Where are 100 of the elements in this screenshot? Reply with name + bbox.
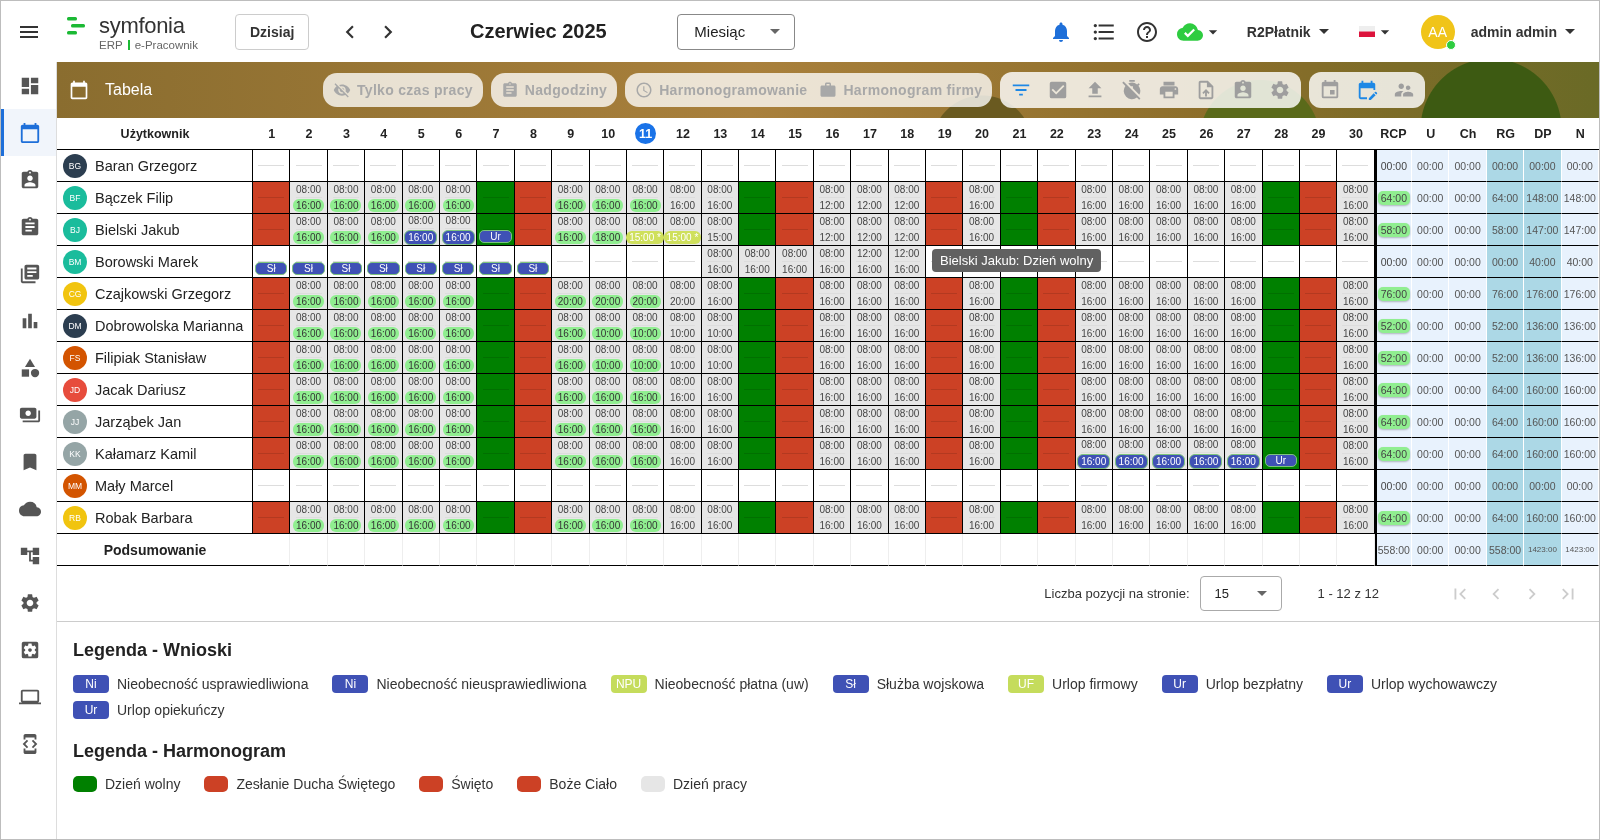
day-cell[interactable] bbox=[253, 310, 291, 342]
help-icon[interactable] bbox=[1134, 19, 1159, 44]
day-cell[interactable] bbox=[514, 406, 553, 438]
day-cell[interactable]: 08:00 12:00 bbox=[851, 182, 889, 214]
day-cell[interactable] bbox=[1299, 278, 1338, 310]
day-cell[interactable]: 08:00 16:00 bbox=[813, 342, 852, 374]
day-cell[interactable]: 08:00 16:00 bbox=[1150, 278, 1188, 310]
day-cell[interactable] bbox=[888, 150, 926, 182]
day-cell[interactable]: 08:00 16:00 bbox=[365, 182, 403, 214]
day-cell[interactable] bbox=[514, 374, 553, 406]
day-cell[interactable]: 08:00 16:00 bbox=[963, 310, 1001, 342]
day-cell[interactable] bbox=[1038, 150, 1076, 182]
day-cell[interactable]: 08:00 16:00 bbox=[1187, 342, 1226, 374]
day-cell[interactable]: 08:00 16:00 bbox=[963, 342, 1001, 374]
page-size-select[interactable]: 15 bbox=[1199, 576, 1282, 611]
day-cell[interactable]: 08:00 16:00 bbox=[888, 438, 926, 470]
day-cell[interactable]: 08:00 16:00 bbox=[1337, 406, 1375, 438]
day-cell[interactable]: 08:00 16:00 bbox=[439, 342, 478, 374]
day-cell[interactable]: 08:00 10:00 bbox=[589, 342, 627, 374]
day-cell[interactable] bbox=[963, 150, 1001, 182]
day-cell[interactable]: 08:00 16:00 bbox=[327, 278, 366, 310]
day-cell[interactable]: 08:00 16:00 bbox=[439, 406, 478, 438]
day-cell[interactable] bbox=[253, 502, 291, 534]
day-cell[interactable]: 08:00 16:00 bbox=[365, 342, 403, 374]
day-cell[interactable] bbox=[1299, 374, 1338, 406]
day-cell[interactable]: 08:00 18:00 bbox=[589, 214, 627, 246]
day-cell[interactable] bbox=[1000, 342, 1039, 374]
day-cell[interactable] bbox=[1000, 310, 1039, 342]
day-cell[interactable] bbox=[1112, 150, 1151, 182]
day-cell[interactable]: 08:00 16:00 bbox=[813, 438, 852, 470]
day-cell[interactable]: 08:00 16:00 bbox=[1187, 406, 1226, 438]
day-cell[interactable]: Ur bbox=[477, 214, 515, 246]
day-cell[interactable]: 08:00 16:00 bbox=[851, 406, 889, 438]
day-cell[interactable]: 08:00 15:00 * bbox=[626, 214, 665, 246]
day-cell[interactable]: 08:00 16:00 bbox=[851, 278, 889, 310]
day-cell[interactable] bbox=[626, 246, 665, 278]
sidebar-item[interactable] bbox=[1, 109, 56, 156]
day-cell[interactable]: 08:00 16:00 bbox=[365, 502, 403, 534]
day-cell[interactable] bbox=[1038, 502, 1076, 534]
day-cell[interactable]: 08:00 16:00 bbox=[1337, 278, 1375, 310]
day-cell[interactable] bbox=[365, 150, 403, 182]
day-cell[interactable] bbox=[514, 470, 553, 502]
day-cell[interactable]: 08:00 16:00 bbox=[1150, 214, 1188, 246]
day-cell[interactable]: 08:00 16:00 bbox=[851, 502, 889, 534]
day-cell[interactable] bbox=[813, 470, 852, 502]
day-cell[interactable]: 08:00 16:00 bbox=[888, 374, 926, 406]
day-cell[interactable] bbox=[1262, 150, 1300, 182]
day-cell[interactable] bbox=[926, 150, 964, 182]
day-cell[interactable]: 08:00 16:00 bbox=[963, 374, 1001, 406]
day-cell[interactable]: 08:00 16:00 bbox=[1225, 406, 1263, 438]
day-cell[interactable]: 08:00 16:00 bbox=[813, 502, 852, 534]
day-cell[interactable]: 08:00 16:00 bbox=[439, 278, 478, 310]
day-cell[interactable]: 08:00 15:00 bbox=[701, 214, 740, 246]
day-cell[interactable]: 08:00 16:00 bbox=[402, 406, 440, 438]
day-cell[interactable]: 08:00 16:00 bbox=[1150, 310, 1188, 342]
day-cell[interactable] bbox=[1000, 150, 1039, 182]
day-cell[interactable] bbox=[1000, 278, 1039, 310]
day-cell[interactable] bbox=[1299, 502, 1338, 534]
day-cell[interactable]: 08:00 16:00 bbox=[1225, 374, 1263, 406]
day-cell[interactable] bbox=[664, 150, 702, 182]
day-cell[interactable]: 08:00 16:00 bbox=[327, 214, 366, 246]
day-cell[interactable] bbox=[477, 406, 515, 438]
day-cell[interactable] bbox=[253, 214, 291, 246]
day-cell[interactable]: 08:00 16:00 bbox=[552, 374, 590, 406]
day-cell[interactable] bbox=[776, 470, 814, 502]
day-cell[interactable]: 08:00 16:00 bbox=[1150, 406, 1188, 438]
day-cell[interactable]: 08:00 16:00 bbox=[1225, 438, 1263, 470]
day-cell[interactable] bbox=[1262, 214, 1300, 246]
day-cell[interactable]: 08:00 16:00 bbox=[365, 214, 403, 246]
day-cell[interactable] bbox=[1299, 214, 1338, 246]
day-cell[interactable] bbox=[514, 278, 553, 310]
day-cell[interactable]: 08:00 16:00 bbox=[552, 342, 590, 374]
day-cell[interactable]: 08:00 16:00 bbox=[1225, 310, 1263, 342]
day-cell[interactable] bbox=[1262, 246, 1300, 278]
day-cell[interactable]: 08:00 16:00 bbox=[813, 406, 852, 438]
day-cell[interactable] bbox=[477, 182, 515, 214]
day-cell[interactable]: 08:00 20:00 bbox=[626, 278, 665, 310]
day-cell[interactable]: 08:00 16:00 bbox=[1112, 502, 1151, 534]
day-cell[interactable]: 08:00 16:00 bbox=[626, 438, 665, 470]
day-cell[interactable]: 08:00 16:00 bbox=[365, 374, 403, 406]
day-cell[interactable]: 08:00 10:00 bbox=[589, 310, 627, 342]
day-cell[interactable]: 08:00 16:00 bbox=[1337, 438, 1375, 470]
day-cell[interactable]: 08:00 16:00 bbox=[439, 502, 478, 534]
day-cell[interactable]: 08:00 16:00 bbox=[1112, 374, 1151, 406]
day-cell[interactable]: 08:00 16:00 bbox=[290, 406, 328, 438]
day-cell[interactable]: 08:00 16:00 bbox=[1075, 214, 1113, 246]
day-cell[interactable]: 08:00 12:00 bbox=[851, 214, 889, 246]
day-cell[interactable]: 08:00 16:00 bbox=[1225, 278, 1263, 310]
day-cell[interactable]: 08:00 16:00 bbox=[1337, 214, 1375, 246]
day-cell[interactable]: 08:00 16:00 bbox=[327, 374, 366, 406]
day-cell[interactable] bbox=[477, 278, 515, 310]
day-cell[interactable]: 08:00 16:00 bbox=[1337, 342, 1375, 374]
day-cell[interactable]: 08:00 16:00 bbox=[1187, 374, 1226, 406]
day-cell[interactable]: 08:00 16:00 bbox=[963, 278, 1001, 310]
day-cell[interactable]: 08:00 16:00 bbox=[365, 438, 403, 470]
day-cell[interactable] bbox=[589, 246, 627, 278]
day-cell[interactable]: Sł bbox=[327, 246, 366, 278]
day-cell[interactable]: 08:00 16:00 bbox=[290, 438, 328, 470]
day-cell[interactable] bbox=[514, 502, 553, 534]
day-cell[interactable] bbox=[776, 310, 814, 342]
